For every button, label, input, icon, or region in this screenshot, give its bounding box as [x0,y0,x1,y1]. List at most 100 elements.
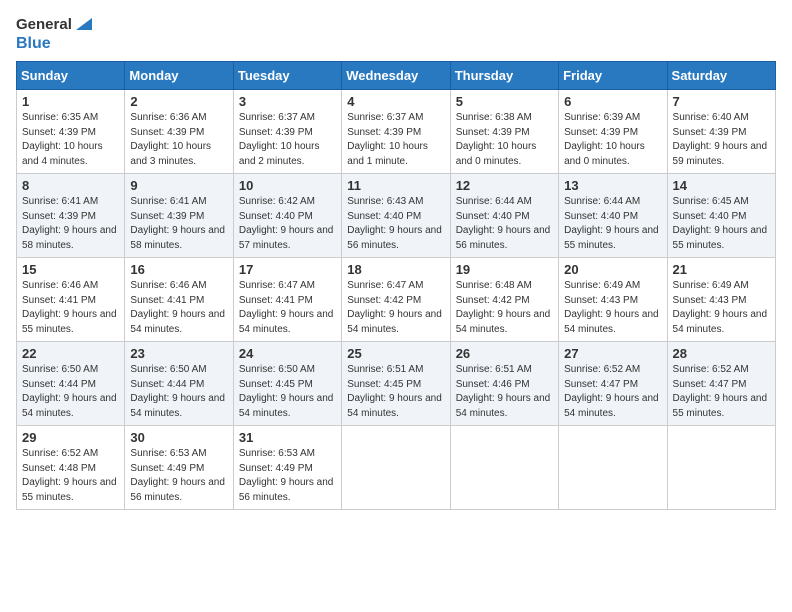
calendar-cell: 15 Sunrise: 6:46 AMSunset: 4:41 PMDayligh… [17,258,125,342]
calendar-cell: 23 Sunrise: 6:50 AMSunset: 4:44 PMDayligh… [125,342,233,426]
calendar-cell: 26 Sunrise: 6:51 AMSunset: 4:46 PMDayligh… [450,342,558,426]
day-number: 30 [130,430,227,445]
calendar-cell: 30 Sunrise: 6:53 AMSunset: 4:49 PMDayligh… [125,426,233,510]
calendar-cell: 25 Sunrise: 6:51 AMSunset: 4:45 PMDayligh… [342,342,450,426]
day-info: Sunrise: 6:44 AMSunset: 4:40 PMDaylight:… [456,195,553,253]
day-info: Sunrise: 6:52 AMSunset: 4:47 PMDaylight:… [564,363,661,421]
calendar-header-row: SundayMondayTuesdayWednesdayThursdayFrid… [17,62,776,90]
day-info: Sunrise: 6:50 AMSunset: 4:45 PMDaylight:… [239,363,336,421]
day-info: Sunrise: 6:53 AMSunset: 4:49 PMDaylight:… [130,447,227,505]
day-info: Sunrise: 6:45 AMSunset: 4:40 PMDaylight:… [673,195,770,253]
day-number: 27 [564,346,661,361]
logo-text: General Blue [16,16,92,53]
calendar-cell: 27 Sunrise: 6:52 AMSunset: 4:47 PMDayligh… [559,342,667,426]
calendar-cell: 5 Sunrise: 6:38 AMSunset: 4:39 PMDaylight… [450,90,558,174]
calendar-cell [667,426,775,510]
calendar-cell: 12Sunrise: 6:44 AMSunset: 4:40 PMDayligh… [450,174,558,258]
day-info: Sunrise: 6:37 AMSunset: 4:39 PMDaylight:… [239,111,336,169]
day-info: Sunrise: 6:49 AMSunset: 4:43 PMDaylight:… [673,279,770,337]
day-info: Sunrise: 6:49 AMSunset: 4:43 PMDaylight:… [564,279,661,337]
day-of-week-header: Sunday [17,62,125,90]
day-number: 17 [239,262,336,277]
calendar-cell: 22 Sunrise: 6:50 AMSunset: 4:44 PMDayligh… [17,342,125,426]
calendar-cell: 9 Sunrise: 6:41 AMSunset: 4:39 PMDaylight… [125,174,233,258]
day-number: 8 [22,178,119,193]
day-info: Sunrise: 6:44 AMSunset: 4:40 PMDaylight:… [564,195,661,253]
calendar-cell: 7 Sunrise: 6:40 AMSunset: 4:39 PMDaylight… [667,90,775,174]
calendar-cell: 29Sunrise: 6:52 AMSunset: 4:48 PMDayligh… [17,426,125,510]
day-of-week-header: Thursday [450,62,558,90]
day-info: Sunrise: 6:53 AMSunset: 4:49 PMDaylight:… [239,447,336,505]
day-number: 7 [673,94,770,109]
day-number: 23 [130,346,227,361]
day-info: Sunrise: 6:39 AMSunset: 4:39 PMDaylight:… [564,111,661,169]
day-of-week-header: Wednesday [342,62,450,90]
calendar-cell: 21 Sunrise: 6:49 AMSunset: 4:43 PMDayligh… [667,258,775,342]
day-number: 15 [22,262,119,277]
day-info: Sunrise: 6:37 AMSunset: 4:39 PMDaylight:… [347,111,444,169]
day-number: 26 [456,346,553,361]
day-info: Sunrise: 6:47 AMSunset: 4:41 PMDaylight:… [239,279,336,337]
day-info: Sunrise: 6:38 AMSunset: 4:39 PMDaylight:… [456,111,553,169]
day-number: 29 [22,430,119,445]
day-number: 20 [564,262,661,277]
calendar-cell: 20 Sunrise: 6:49 AMSunset: 4:43 PMDayligh… [559,258,667,342]
day-number: 9 [130,178,227,193]
day-info: Sunrise: 6:41 AMSunset: 4:39 PMDaylight:… [130,195,227,253]
calendar-cell: 18Sunrise: 6:47 AMSunset: 4:42 PMDayligh… [342,258,450,342]
day-info: Sunrise: 6:41 AMSunset: 4:39 PMDaylight:… [22,195,119,253]
calendar-table: SundayMondayTuesdayWednesdayThursdayFrid… [16,61,776,510]
day-number: 16 [130,262,227,277]
calendar-cell: 17 Sunrise: 6:47 AMSunset: 4:41 PMDayligh… [233,258,341,342]
calendar-week-row: 15 Sunrise: 6:46 AMSunset: 4:41 PMDayligh… [17,258,776,342]
calendar-cell: 16Sunrise: 6:46 AMSunset: 4:41 PMDayligh… [125,258,233,342]
calendar-cell: 13 Sunrise: 6:44 AMSunset: 4:40 PMDayligh… [559,174,667,258]
day-number: 24 [239,346,336,361]
day-of-week-header: Tuesday [233,62,341,90]
calendar-cell: 24 Sunrise: 6:50 AMSunset: 4:45 PMDayligh… [233,342,341,426]
day-number: 4 [347,94,444,109]
calendar-cell: 31 Sunrise: 6:53 AMSunset: 4:49 PMDayligh… [233,426,341,510]
day-of-week-header: Saturday [667,62,775,90]
day-number: 5 [456,94,553,109]
calendar-cell [559,426,667,510]
calendar-cell: 28 Sunrise: 6:52 AMSunset: 4:47 PMDayligh… [667,342,775,426]
day-number: 31 [239,430,336,445]
day-number: 10 [239,178,336,193]
calendar-cell: 6 Sunrise: 6:39 AMSunset: 4:39 PMDaylight… [559,90,667,174]
day-number: 13 [564,178,661,193]
calendar-cell: 1Sunrise: 6:35 AMSunset: 4:39 PMDaylight… [17,90,125,174]
calendar-cell: 10 Sunrise: 6:42 AMSunset: 4:40 PMDayligh… [233,174,341,258]
day-info: Sunrise: 6:51 AMSunset: 4:46 PMDaylight:… [456,363,553,421]
logo: General Blue [16,16,92,53]
calendar-cell [342,426,450,510]
day-info: Sunrise: 6:51 AMSunset: 4:45 PMDaylight:… [347,363,444,421]
day-number: 6 [564,94,661,109]
day-info: Sunrise: 6:52 AMSunset: 4:47 PMDaylight:… [673,363,770,421]
day-number: 18 [347,262,444,277]
day-info: Sunrise: 6:40 AMSunset: 4:39 PMDaylight:… [673,111,770,169]
day-number: 14 [673,178,770,193]
day-number: 2 [130,94,227,109]
day-info: Sunrise: 6:50 AMSunset: 4:44 PMDaylight:… [22,363,119,421]
logo-bird-icon [74,16,92,34]
calendar-week-row: 22 Sunrise: 6:50 AMSunset: 4:44 PMDayligh… [17,342,776,426]
calendar-cell: 3Sunrise: 6:37 AMSunset: 4:39 PMDaylight… [233,90,341,174]
calendar-cell: 8 Sunrise: 6:41 AMSunset: 4:39 PMDaylight… [17,174,125,258]
day-number: 28 [673,346,770,361]
calendar-cell: 2Sunrise: 6:36 AMSunset: 4:39 PMDaylight… [125,90,233,174]
calendar-cell: 4 Sunrise: 6:37 AMSunset: 4:39 PMDaylight… [342,90,450,174]
calendar-cell: 19Sunrise: 6:48 AMSunset: 4:42 PMDayligh… [450,258,558,342]
calendar-week-row: 1Sunrise: 6:35 AMSunset: 4:39 PMDaylight… [17,90,776,174]
day-number: 21 [673,262,770,277]
day-info: Sunrise: 6:50 AMSunset: 4:44 PMDaylight:… [130,363,227,421]
day-of-week-header: Friday [559,62,667,90]
day-number: 11 [347,178,444,193]
day-info: Sunrise: 6:46 AMSunset: 4:41 PMDaylight:… [22,279,119,337]
day-info: Sunrise: 6:42 AMSunset: 4:40 PMDaylight:… [239,195,336,253]
page-header: General Blue [16,16,776,53]
day-number: 22 [22,346,119,361]
calendar-cell: 14 Sunrise: 6:45 AMSunset: 4:40 PMDayligh… [667,174,775,258]
day-number: 25 [347,346,444,361]
calendar-cell [450,426,558,510]
